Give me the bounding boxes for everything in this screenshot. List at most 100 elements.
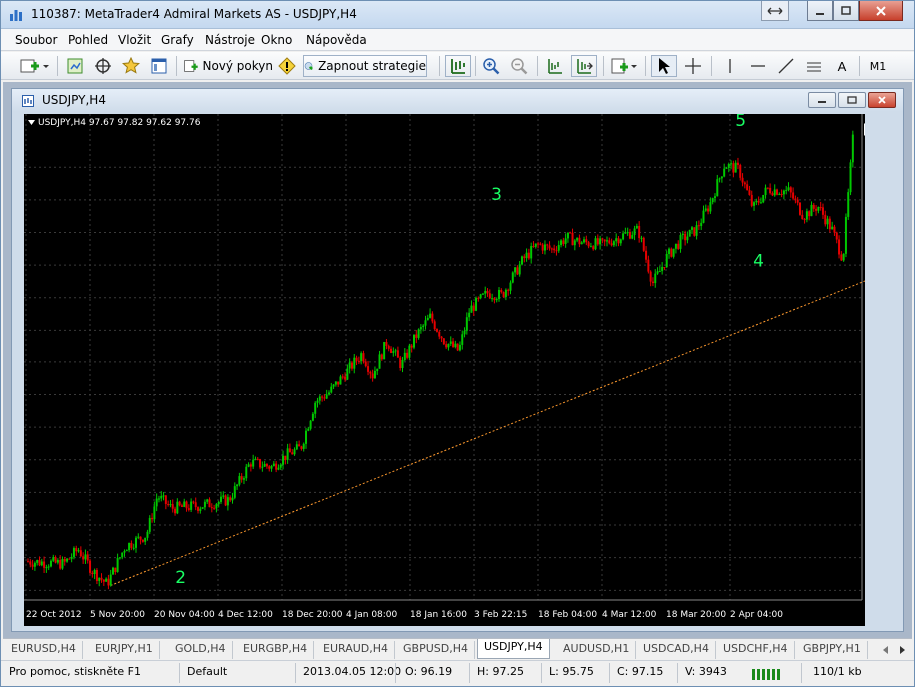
maximize-button[interactable] — [833, 1, 859, 21]
x-tick-label: 4 Dec 12:00 — [218, 610, 273, 620]
crosshair-navigator-button[interactable] — [91, 55, 115, 77]
candle-body — [730, 163, 733, 165]
candle-body — [622, 233, 625, 240]
title-bar[interactable]: 110387: MetaTrader4 Admiral Markets AS -… — [1, 1, 914, 29]
menu-help[interactable]: Nápověda — [306, 33, 367, 47]
chart-close-button[interactable] — [868, 92, 896, 108]
autotrading-icon — [304, 62, 313, 71]
candle-body — [91, 572, 94, 574]
text-tool-button[interactable]: A — [831, 55, 853, 77]
trendline-button[interactable] — [775, 55, 797, 77]
candle-body — [137, 536, 140, 538]
horizontal-line-button[interactable] — [747, 55, 769, 77]
candle-body — [810, 204, 813, 217]
timeframe-m1-button[interactable]: M1 — [865, 55, 891, 77]
candle-body — [252, 459, 255, 467]
tab-scroll-left-button[interactable] — [879, 642, 893, 658]
candle-body — [231, 497, 234, 501]
alert-button[interactable] — [275, 55, 299, 77]
candle-body — [194, 502, 197, 508]
candle-body — [109, 574, 112, 586]
chart-window-titlebar[interactable]: USDJPY,H4 — [12, 89, 903, 112]
candle-body — [157, 498, 160, 500]
chart-shift-button[interactable] — [543, 55, 567, 77]
autotrading-button[interactable]: Zapnout strategie — [303, 55, 427, 77]
menu-insert[interactable]: Vložit — [118, 33, 151, 47]
menu-tools[interactable]: Nástroje — [205, 33, 255, 47]
menu-charts[interactable]: Grafy — [161, 33, 194, 47]
candle-body — [520, 256, 523, 265]
market-watch-button[interactable] — [119, 55, 143, 77]
chart-maximize-button[interactable] — [838, 92, 866, 108]
candle-body — [307, 428, 310, 431]
tab-scroll-right-button[interactable] — [895, 642, 909, 658]
candle-body — [769, 187, 772, 194]
chart-tab[interactable]: EURGBP,H4 — [237, 641, 315, 659]
candle-body — [720, 176, 723, 179]
candle-body — [840, 254, 843, 261]
candle-body — [431, 313, 434, 322]
zoom-in-button[interactable] — [479, 55, 503, 77]
menu-file[interactable]: Soubor — [15, 33, 57, 47]
candle-body — [739, 165, 742, 178]
channel-button[interactable] — [803, 55, 825, 77]
candle-body — [95, 569, 98, 581]
candle-body — [59, 560, 62, 569]
chart-tab[interactable]: EURJPY,H1 — [89, 641, 160, 659]
indicators-button[interactable] — [609, 55, 639, 77]
minimize-icon — [816, 12, 824, 15]
x-tick-label: 22 Oct 2012 — [26, 610, 82, 620]
close-button[interactable] — [859, 1, 903, 21]
price-chart[interactable]: 96.2094.8593.5092.1590.8089.4588.1586.80… — [24, 114, 865, 626]
candle-body — [337, 381, 340, 385]
chart-tab[interactable]: GOLD,H4 — [169, 641, 233, 659]
menu-window[interactable]: Okno — [261, 33, 292, 47]
zoom-out-button[interactable] — [507, 55, 531, 77]
menu-view[interactable]: Pohled — [68, 33, 108, 47]
chart-tab-active[interactable]: USDJPY,H4 — [477, 639, 550, 659]
candle-body — [162, 495, 165, 497]
resize-arrows-icon — [767, 7, 783, 14]
x-tick-label: 2 Apr 04:00 — [730, 610, 783, 620]
x-tick-label: 4 Mar 12:00 — [602, 610, 657, 620]
chart-tab[interactable]: GBPUSD,H4 — [397, 641, 475, 659]
candle-body — [805, 211, 808, 220]
vertical-line-button[interactable] — [719, 55, 741, 77]
toolbar: Nový pokyn Zapnout strategie A M1 — [1, 52, 914, 80]
autoscroll-button[interactable] — [571, 55, 597, 77]
chart-tab[interactable]: GBPJPY,H1 — [797, 641, 868, 659]
chart-tab[interactable]: EURUSD,H4 — [5, 641, 83, 659]
restore-arrows-button[interactable] — [761, 1, 789, 21]
bar-chart-button[interactable] — [445, 55, 471, 77]
candle-body — [178, 501, 181, 506]
candle-body — [477, 297, 480, 299]
status-low: L: 95.75 — [549, 665, 594, 678]
profiles-button[interactable] — [63, 55, 87, 77]
new-chart-button[interactable] — [17, 55, 51, 77]
candle-body — [263, 463, 266, 467]
chart-tab[interactable]: AUDUSD,H1 — [557, 641, 637, 659]
new-order-button[interactable]: Nový pokyn — [183, 55, 273, 77]
crosshair-button[interactable] — [681, 55, 705, 77]
chart-tab[interactable]: EURAUD,H4 — [317, 641, 396, 659]
chart-tab[interactable]: USDCAD,H4 — [637, 641, 716, 659]
candle-body — [663, 267, 666, 269]
candle-body — [174, 508, 177, 514]
candle-body — [334, 381, 337, 385]
candle-body — [677, 243, 680, 249]
data-window-button[interactable] — [147, 55, 171, 77]
candle-body — [702, 210, 705, 223]
candle-body — [43, 561, 46, 568]
candle-body — [713, 196, 716, 199]
cursor-arrow-icon — [659, 58, 670, 74]
chart-minimize-button[interactable] — [808, 92, 836, 108]
cursor-button[interactable] — [651, 55, 677, 77]
candle-body — [780, 194, 783, 196]
candle-body — [314, 402, 317, 414]
minimize-button[interactable] — [807, 1, 833, 21]
candle-body — [670, 248, 673, 257]
chart-tab[interactable]: USDCHF,H4 — [717, 641, 795, 659]
candle-body — [226, 497, 229, 506]
candle-body — [514, 267, 517, 273]
candle-body — [628, 232, 631, 239]
